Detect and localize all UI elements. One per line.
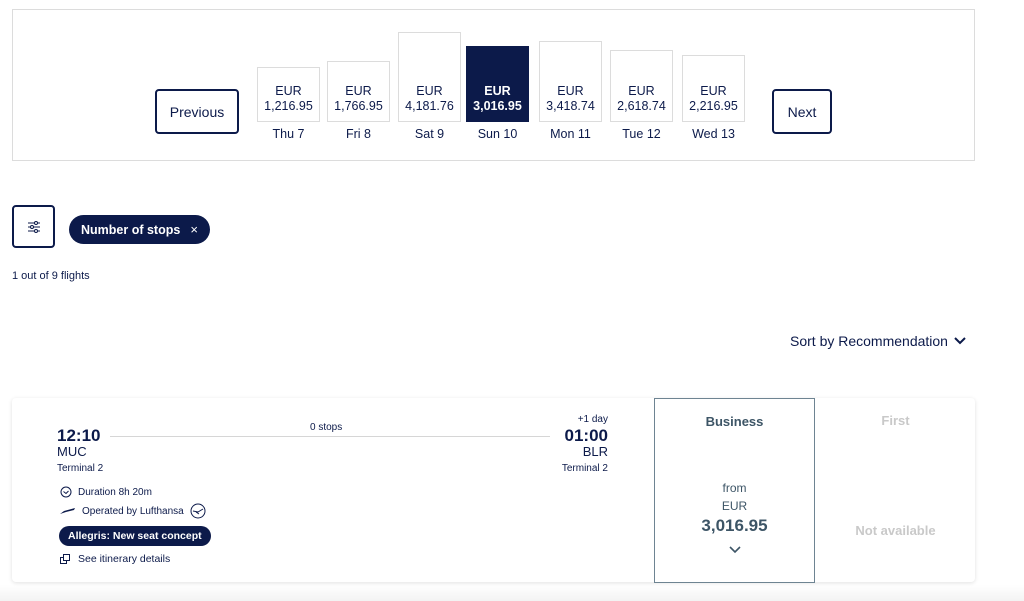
date-option[interactable]: EUR 1,216.95 Thu 7 — [257, 10, 320, 160]
arrival-airport: BLR — [582, 444, 608, 459]
lufthansa-logo-icon — [190, 503, 206, 519]
arrival-time: 01:00 — [564, 426, 608, 445]
chevron-down-icon — [728, 546, 741, 554]
itinerary-link-text: See itinerary details — [78, 553, 171, 565]
results-count: 1 out of 9 flights — [12, 270, 90, 282]
itinerary-details-link[interactable]: See itinerary details — [60, 553, 170, 565]
date-currency: EUR — [345, 84, 372, 98]
fare-business-title: Business — [705, 414, 764, 429]
date-price-box: EUR 2,618.74 — [610, 50, 673, 122]
date-label: Tue 12 — [622, 127, 661, 141]
sliders-icon — [27, 220, 40, 233]
date-price: 3,418.74 — [546, 99, 595, 113]
filter-chip-label: Number of stops — [81, 222, 181, 237]
date-price: 1,216.95 — [264, 99, 313, 113]
date-price-box: EUR 4,181.76 — [398, 32, 461, 122]
date-label: Mon 11 — [550, 127, 591, 141]
date-label: Sun 10 — [477, 127, 518, 141]
close-icon[interactable]: × — [190, 222, 198, 237]
date-option[interactable]: EUR 3,016.95 Sun 10 — [466, 10, 529, 160]
date-currency: EUR — [416, 84, 443, 98]
date-price: 4,181.76 — [405, 99, 454, 113]
next-button[interactable]: Next — [772, 89, 832, 134]
date-label: Wed 13 — [692, 127, 735, 141]
filter-chip-number-of-stops[interactable]: Number of stops × — [69, 215, 210, 244]
previous-button[interactable]: Previous — [155, 89, 239, 134]
date-price-box: EUR 1,766.95 — [327, 61, 390, 122]
date-currency: EUR — [275, 84, 302, 98]
fare-price: 3,016.95 — [701, 516, 768, 535]
filter-button[interactable] — [12, 205, 55, 248]
operator-text: Operated by Lufthansa — [82, 505, 184, 517]
date-price: 2,216.95 — [689, 99, 738, 113]
fare-from-label: from — [722, 481, 747, 495]
airplane-icon — [60, 508, 75, 514]
date-currency: EUR — [628, 84, 655, 98]
fare-currency: EUR — [721, 499, 748, 513]
duration-row: Duration 8h 20m — [60, 486, 152, 498]
date-currency: EUR — [557, 84, 584, 98]
date-option[interactable]: EUR 2,618.74 Tue 12 — [610, 10, 673, 160]
fare-first-status: Not available — [855, 523, 936, 538]
date-currency: EUR — [484, 84, 511, 98]
date-label: Sat 9 — [414, 127, 445, 141]
date-price-strip: Previous EUR 1,216.95 Thu 7 EUR 1,766.95 Fri … — [12, 9, 975, 161]
date-option[interactable]: EUR 4,181.76 Sat 9 — [398, 10, 461, 160]
date-label: Fri 8 — [346, 127, 371, 141]
clock-icon — [60, 486, 72, 498]
date-currency: EUR — [700, 84, 727, 98]
fare-first-title: First — [881, 413, 910, 428]
arrival-terminal: Terminal 2 — [561, 463, 608, 474]
allegris-badge: Allegris: New seat concept — [59, 526, 211, 546]
departure-terminal: Terminal 2 — [57, 463, 104, 474]
date-price-box: EUR 3,418.74 — [539, 41, 602, 122]
stops-count: 0 stops — [310, 422, 343, 433]
route-line — [110, 436, 550, 437]
fare-business[interactable]: Business from EUR 3,016.95 — [654, 398, 815, 583]
flight-card: 12:10 MUC Terminal 2 0 stops +1 day 01:0… — [12, 398, 976, 583]
date-price: 2,618.74 — [617, 99, 666, 113]
operator-row: Operated by Lufthansa — [60, 503, 206, 519]
date-label: Thu 7 — [272, 127, 305, 141]
date-price: 1,766.95 — [334, 99, 383, 113]
date-price-box: EUR 1,216.95 — [257, 67, 320, 122]
departure-time: 12:10 — [57, 426, 101, 445]
fare-first: First Not available — [815, 398, 976, 582]
duration-text: Duration 8h 20m — [78, 486, 152, 498]
date-price: 3,016.95 — [473, 99, 522, 113]
day-offset: +1 day — [577, 414, 608, 425]
chevron-down-icon — [954, 337, 966, 345]
date-option[interactable]: EUR 2,216.95 Wed 13 — [682, 10, 745, 160]
sort-label: Sort by Recommendation — [790, 333, 948, 349]
date-price-box: EUR 2,216.95 — [682, 55, 745, 122]
sort-dropdown[interactable]: Sort by Recommendation — [790, 333, 966, 349]
departure-airport: MUC — [57, 444, 87, 459]
external-link-icon — [60, 554, 70, 564]
date-price-box: EUR 3,016.95 — [466, 46, 529, 122]
date-option[interactable]: EUR 3,418.74 Mon 11 — [539, 10, 602, 160]
date-option[interactable]: EUR 1,766.95 Fri 8 — [327, 10, 390, 160]
